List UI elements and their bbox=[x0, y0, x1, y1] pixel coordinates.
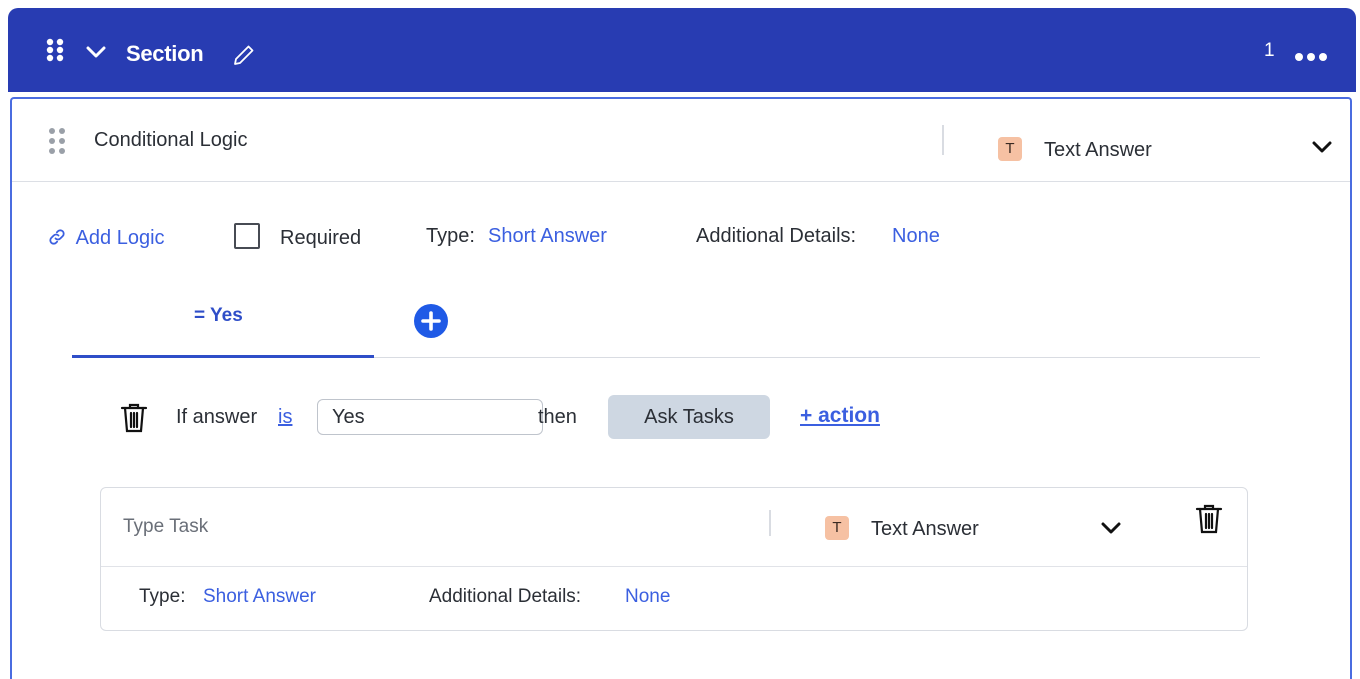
trash-icon[interactable] bbox=[120, 403, 148, 439]
text-answer-badge-icon: T bbox=[825, 516, 849, 540]
answer-type-select[interactable]: Text Answer bbox=[1044, 139, 1152, 162]
tab-label: = Yes bbox=[194, 305, 243, 326]
drag-handle-icon[interactable] bbox=[48, 127, 66, 160]
required-label: Required bbox=[280, 227, 362, 249]
type-value-link[interactable]: Short Answer bbox=[488, 225, 607, 248]
task-type-value-link[interactable]: Short Answer bbox=[203, 586, 316, 608]
divider bbox=[769, 510, 771, 536]
type-label: Type: bbox=[426, 225, 475, 247]
condition-row: If answer is then Ask Tasks + action bbox=[12, 395, 1350, 441]
task-card: Type Task T Text Answer Type: Short Answ… bbox=[100, 487, 1248, 631]
task-answer-type-select[interactable]: Text Answer bbox=[871, 518, 979, 541]
pencil-icon[interactable] bbox=[232, 43, 256, 72]
task-additional-details-label: Additional Details: bbox=[429, 586, 582, 607]
task-additional-details-link[interactable]: None bbox=[625, 586, 670, 608]
question-row: Conditional Logic T Text Answer bbox=[12, 99, 1350, 182]
answer-value-input[interactable] bbox=[317, 399, 543, 435]
if-answer-label: If answer bbox=[176, 406, 258, 428]
add-tab-plus-icon[interactable] bbox=[414, 304, 448, 343]
add-logic-label: Add Logic bbox=[75, 227, 165, 249]
link-icon bbox=[48, 227, 72, 249]
task-row: Type Task T Text Answer bbox=[101, 488, 1247, 567]
chevron-down-icon[interactable] bbox=[1312, 140, 1332, 159]
section-header: Section 1 bbox=[8, 8, 1356, 92]
collapse-chevron-icon[interactable] bbox=[86, 45, 106, 64]
ask-tasks-button[interactable]: Ask Tasks bbox=[608, 395, 770, 439]
then-label: then bbox=[538, 406, 577, 428]
section-count: 1 bbox=[1264, 40, 1275, 61]
task-type-label: Type: bbox=[139, 586, 186, 607]
required-checkbox[interactable] bbox=[234, 223, 260, 249]
add-action-link[interactable]: + action bbox=[800, 404, 880, 428]
additional-details-link[interactable]: None bbox=[892, 225, 940, 248]
trash-icon[interactable] bbox=[1195, 504, 1223, 539]
task-input[interactable]: Type Task bbox=[123, 516, 208, 538]
logic-tabs: = Yes bbox=[72, 295, 1260, 358]
question-card: Conditional Logic T Text Answer Add Logi… bbox=[10, 97, 1352, 679]
chevron-down-icon[interactable] bbox=[1101, 521, 1121, 540]
text-answer-badge-icon: T bbox=[998, 137, 1022, 161]
divider bbox=[942, 125, 944, 155]
section-title: Section bbox=[126, 41, 204, 66]
tab-yes[interactable]: = Yes bbox=[72, 295, 374, 358]
add-logic-link[interactable]: Add Logic bbox=[48, 227, 165, 250]
additional-details-label: Additional Details: bbox=[696, 225, 857, 247]
section-container: Section 1 Conditional Logic T Text Answe… bbox=[8, 8, 1356, 679]
drag-handle-icon[interactable] bbox=[46, 38, 66, 67]
operator-link[interactable]: is bbox=[278, 406, 292, 429]
question-title[interactable]: Conditional Logic bbox=[94, 129, 247, 152]
question-options: Add Logic Required Type: Short Answer Ad… bbox=[12, 219, 1350, 259]
more-horizontal-icon[interactable] bbox=[1294, 49, 1328, 67]
